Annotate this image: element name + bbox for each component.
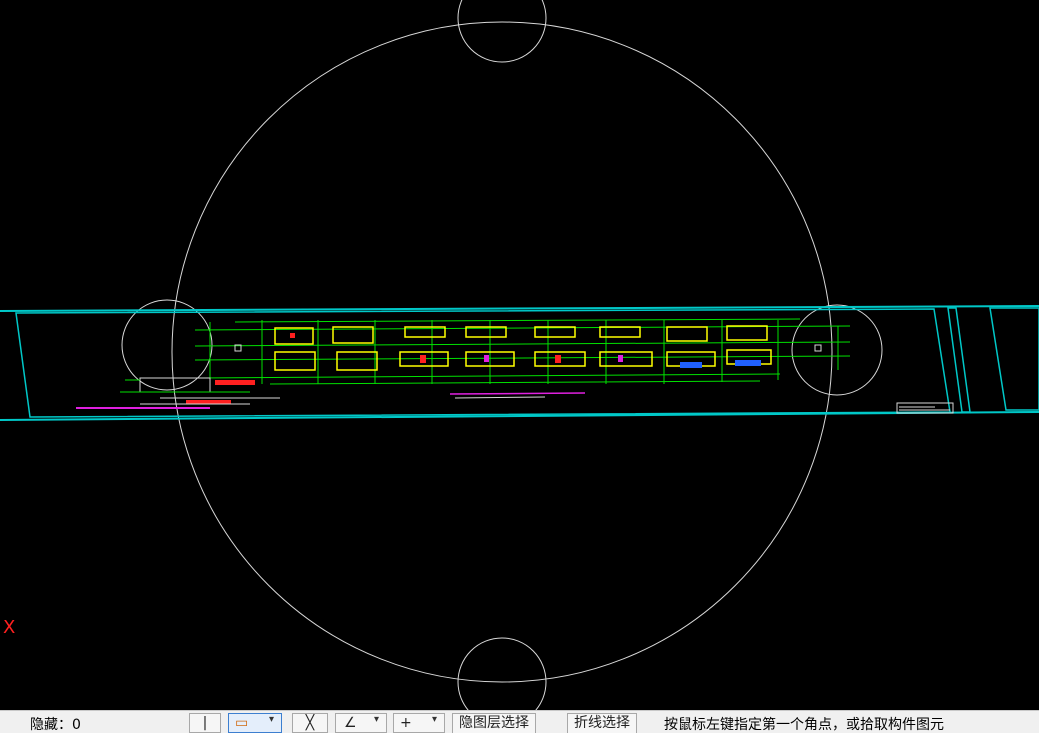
line-tool-icon: | <box>202 715 208 731</box>
cad-drawing-canvas[interactable]: X <box>0 0 1039 710</box>
top-reference-circle <box>457 0 547 63</box>
chevron-down-icon[interactable]: ▾ <box>374 714 379 725</box>
polyline-select-button[interactable]: 折线选择 <box>567 713 637 733</box>
chevron-down-icon[interactable]: ▾ <box>432 714 437 725</box>
cross-select-button[interactable]: ╳ <box>292 713 328 733</box>
drawing-svg <box>0 0 1039 710</box>
rect-select-icon: ▭ <box>235 715 249 731</box>
line-tool-button[interactable]: | <box>189 713 221 733</box>
plus-tool-icon: + <box>400 715 412 731</box>
axis-x-label: X <box>3 617 16 638</box>
angle-tool-button[interactable]: ∠ <box>335 713 387 733</box>
left-reference-circle <box>121 299 213 391</box>
hidden-count-label: 隐藏：0 <box>30 717 81 733</box>
right-reference-circle <box>791 304 883 396</box>
drawing-frame <box>0 305 1039 421</box>
bottom-reference-circle <box>457 637 547 710</box>
layer-select-button[interactable]: 隐图层选择 <box>452 713 536 733</box>
angle-tool-icon: ∠ <box>344 715 357 731</box>
cross-select-icon: ╳ <box>305 715 315 731</box>
floor-plan-drawing <box>76 318 851 409</box>
chevron-down-icon[interactable]: ▾ <box>269 714 274 725</box>
command-prompt-text: 按鼠标左键指定第一个角点，或拾取构件图元 <box>664 717 944 733</box>
command-status-bar: 隐藏：0 | ▭ ▾ ╳ ∠ ▾ + ▾ 隐图层选择 折线选择 按鼠标左键指定第… <box>0 710 1039 733</box>
plus-tool-button[interactable]: + <box>393 713 445 733</box>
